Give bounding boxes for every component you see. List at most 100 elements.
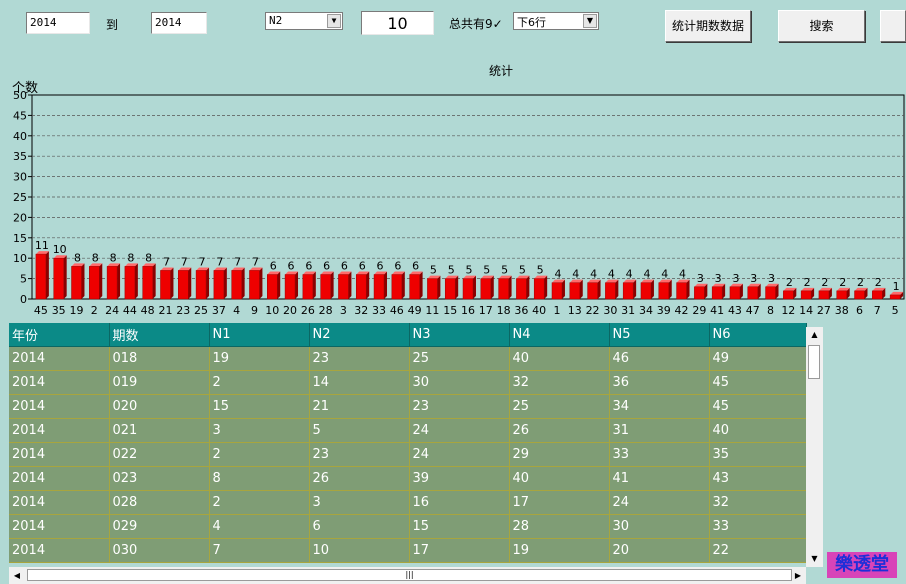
table-cell[interactable]: 15 (209, 394, 310, 419)
table-cell[interactable]: 25 (409, 346, 510, 371)
table-cell[interactable]: 24 (609, 490, 710, 515)
table-cell[interactable]: 45 (709, 370, 807, 395)
scroll-up-icon[interactable]: ▲ (806, 327, 823, 343)
scroll-right-icon[interactable]: ▶ (790, 567, 806, 584)
table-cell[interactable]: 030 (109, 538, 210, 563)
table-cell[interactable]: 2014 (9, 466, 110, 491)
table-row[interactable]: 2014 021 3 5 24 26 31 40 (9, 418, 807, 443)
table-cell[interactable]: 40 (509, 346, 610, 371)
table-cell[interactable]: 32 (709, 490, 807, 515)
table-cell[interactable]: 43 (709, 466, 807, 491)
table-cell[interactable]: 019 (109, 370, 210, 395)
table-cell[interactable]: 8 (209, 466, 310, 491)
table-cell[interactable]: 36 (609, 370, 710, 395)
table-cell[interactable]: 20 (609, 538, 710, 563)
table-cell[interactable]: 26 (509, 418, 610, 443)
table-cell[interactable]: 3 (309, 490, 410, 515)
table-cell[interactable]: 49 (709, 346, 807, 371)
table-cell[interactable]: 029 (109, 514, 210, 539)
table-cell[interactable]: 19 (209, 346, 310, 371)
column-header[interactable]: N3 (409, 323, 510, 347)
column-header[interactable]: 期数 (109, 323, 210, 347)
table-cell[interactable]: 41 (609, 466, 710, 491)
table-cell[interactable]: 30 (609, 514, 710, 539)
column-select[interactable]: N2 ▼ (265, 12, 343, 30)
table-cell[interactable]: 39 (409, 466, 510, 491)
table-cell[interactable]: 24 (409, 442, 510, 467)
scroll-down-icon[interactable]: ▼ (806, 551, 823, 567)
table-cell[interactable]: 22 (709, 538, 807, 563)
table-cell[interactable]: 34 (609, 394, 710, 419)
table-row[interactable]: 2014 019 2 14 30 32 36 45 (9, 370, 807, 395)
table-cell[interactable]: 7 (209, 538, 310, 563)
column-header[interactable]: N2 (309, 323, 410, 347)
table-cell[interactable]: 21 (309, 394, 410, 419)
count-input[interactable]: 10 (361, 11, 434, 35)
table-cell[interactable]: 2014 (9, 514, 110, 539)
table-cell[interactable]: 10 (309, 538, 410, 563)
table-cell[interactable]: 2014 (9, 538, 110, 563)
table-cell[interactable]: 35 (709, 442, 807, 467)
table-cell[interactable]: 2 (209, 490, 310, 515)
table-cell[interactable]: 17 (409, 538, 510, 563)
table-cell[interactable]: 19 (509, 538, 610, 563)
vertical-scroll-thumb[interactable] (808, 345, 820, 379)
table-cell[interactable]: 14 (309, 370, 410, 395)
table-cell[interactable]: 23 (309, 346, 410, 371)
table-cell[interactable]: 2014 (9, 394, 110, 419)
table-cell[interactable]: 24 (409, 418, 510, 443)
table-cell[interactable]: 40 (509, 466, 610, 491)
table-cell[interactable]: 021 (109, 418, 210, 443)
table-cell[interactable]: 31 (609, 418, 710, 443)
column-header[interactable]: N4 (509, 323, 610, 347)
extra-button[interactable] (880, 10, 906, 42)
table-cell[interactable]: 26 (309, 466, 410, 491)
table-row[interactable]: 2014 030 7 10 17 19 20 22 (9, 538, 807, 563)
table-cell[interactable]: 40 (709, 418, 807, 443)
table-cell[interactable]: 5 (309, 418, 410, 443)
table-cell[interactable]: 23 (409, 394, 510, 419)
vertical-scrollbar[interactable]: ▲ ▼ (806, 327, 823, 567)
horizontal-scrollbar[interactable]: ◀ ||| ▶ (9, 567, 806, 584)
table-cell[interactable]: 30 (409, 370, 510, 395)
table-cell[interactable]: 022 (109, 442, 210, 467)
table-cell[interactable]: 16 (409, 490, 510, 515)
from-year-input[interactable]: 2014 (26, 12, 90, 34)
to-year-input[interactable]: 2014 (151, 12, 207, 34)
table-cell[interactable]: 17 (509, 490, 610, 515)
table-cell[interactable]: 2014 (9, 370, 110, 395)
table-cell[interactable]: 32 (509, 370, 610, 395)
table-cell[interactable]: 2 (209, 370, 310, 395)
table-cell[interactable]: 15 (409, 514, 510, 539)
table-cell[interactable]: 4 (209, 514, 310, 539)
chevron-down-icon[interactable]: ▼ (327, 14, 341, 28)
table-cell[interactable]: 25 (509, 394, 610, 419)
table-cell[interactable]: 028 (109, 490, 210, 515)
table-cell[interactable]: 2014 (9, 346, 110, 371)
table-cell[interactable]: 45 (709, 394, 807, 419)
rows-select[interactable]: 下6行 ▼ (513, 12, 599, 30)
table-row[interactable]: 2014 028 2 3 16 17 24 32 (9, 490, 807, 515)
table-cell[interactable]: 2 (209, 442, 310, 467)
table-cell[interactable]: 018 (109, 346, 210, 371)
table-cell[interactable]: 2014 (9, 442, 110, 467)
stats-button[interactable]: 统计期数数据 (665, 10, 751, 42)
table-row[interactable]: 2014 020 15 21 23 25 34 45 (9, 394, 807, 419)
table-cell[interactable]: 23 (309, 442, 410, 467)
table-cell[interactable]: 33 (709, 514, 807, 539)
table-row[interactable]: 2014 029 4 6 15 28 30 33 (9, 514, 807, 539)
table-cell[interactable]: 33 (609, 442, 710, 467)
table-cell[interactable]: 2014 (9, 418, 110, 443)
table-cell[interactable]: 46 (609, 346, 710, 371)
table-cell[interactable]: 3 (209, 418, 310, 443)
table-cell[interactable]: 023 (109, 466, 210, 491)
chevron-down-icon[interactable]: ▼ (583, 14, 597, 28)
column-header[interactable]: N6 (709, 323, 807, 347)
table-cell[interactable]: 2014 (9, 490, 110, 515)
table-cell[interactable]: 28 (509, 514, 610, 539)
table-row[interactable]: 2014 023 8 26 39 40 41 43 (9, 466, 807, 491)
table-row[interactable]: 2014 018 19 23 25 40 46 49 (9, 346, 807, 371)
scroll-left-icon[interactable]: ◀ (9, 567, 25, 584)
table-cell[interactable]: 6 (309, 514, 410, 539)
table-cell[interactable]: 020 (109, 394, 210, 419)
